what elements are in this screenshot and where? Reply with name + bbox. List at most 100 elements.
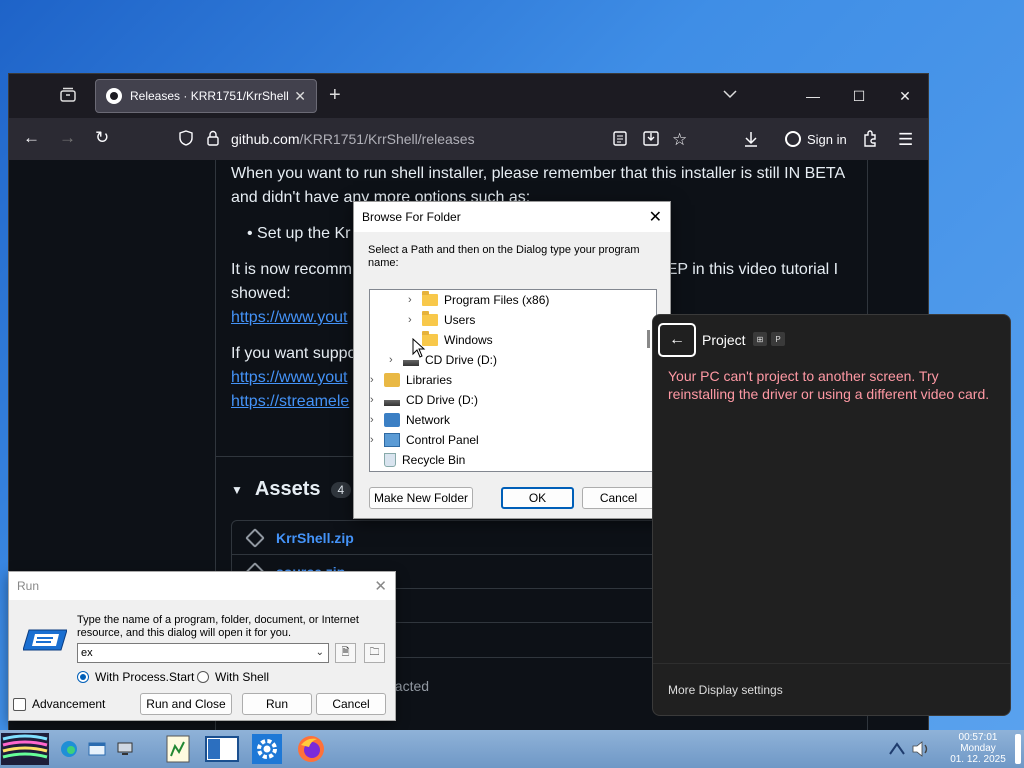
tree-item-label: Users bbox=[444, 313, 476, 327]
youtube-link-2[interactable]: https://www.yout bbox=[231, 369, 348, 386]
volume-icon[interactable] bbox=[910, 734, 932, 764]
back-icon[interactable]: ← bbox=[23, 128, 40, 148]
sign-in-button[interactable]: Sign in bbox=[779, 126, 853, 152]
tree-item-label: Libraries bbox=[406, 373, 453, 387]
radio-button[interactable] bbox=[197, 671, 209, 683]
cancel-button[interactable]: Cancel bbox=[582, 487, 655, 509]
menu-icon[interactable]: ☰ bbox=[898, 130, 913, 150]
tab-overview-icon[interactable] bbox=[59, 86, 79, 106]
radio-label: With Shell bbox=[215, 670, 270, 684]
tab-bar: Releases · KRR1751/KrrShell ✕ + — ☐ ✕ bbox=[9, 74, 928, 118]
asset-link[interactable]: KrrShell.zip bbox=[276, 530, 354, 546]
tab-releases[interactable]: Releases · KRR1751/KrrShell ✕ bbox=[95, 79, 317, 113]
streamelements-link[interactable]: https://streamele bbox=[231, 393, 349, 410]
ok-button[interactable]: OK bbox=[501, 487, 574, 509]
radio-shell[interactable]: With Shell bbox=[197, 670, 269, 684]
notepad-icon[interactable] bbox=[162, 734, 194, 764]
advancement-checkbox[interactable]: Advancement bbox=[13, 697, 105, 711]
para2-end: TEP in this video tutorial I bbox=[656, 261, 839, 278]
network-tray-icon[interactable] bbox=[886, 734, 908, 764]
make-new-folder-button[interactable]: Make New Folder bbox=[369, 487, 473, 509]
maximize-button[interactable]: ☐ bbox=[836, 74, 882, 118]
browse-for-folder-dialog: Browse For Folder ✕ Select a Path and th… bbox=[353, 201, 671, 519]
tree-item[interactable]: Recycle Bin bbox=[384, 450, 465, 470]
tree-item[interactable]: › Users bbox=[408, 310, 475, 330]
tab-title: Releases · KRR1751/KrrShell bbox=[130, 89, 289, 103]
shield-icon[interactable] bbox=[179, 130, 193, 149]
list-tabs-chevron-icon[interactable] bbox=[723, 86, 737, 102]
folder-tree[interactable]: › Program Files (x86) › Users Windows › CD … bbox=[369, 289, 657, 472]
assets-header[interactable]: ▼ Assets 4 bbox=[231, 478, 352, 501]
cd-drive-icon bbox=[384, 400, 400, 406]
close-button[interactable]: ✕ bbox=[882, 74, 928, 118]
run-and-close-button[interactable]: Run and Close bbox=[140, 693, 232, 715]
project-title: Project bbox=[702, 332, 746, 348]
run-program-icon bbox=[22, 628, 68, 651]
url-host: github.com bbox=[231, 131, 300, 147]
folder-icon bbox=[422, 291, 438, 306]
expand-arrow-icon[interactable]: › bbox=[370, 414, 384, 426]
p-key: P bbox=[771, 332, 785, 346]
bookmark-star-icon[interactable]: ☆ bbox=[672, 130, 687, 150]
expand-arrow-icon[interactable]: › bbox=[370, 434, 384, 446]
taskbar: 00:57:01 Monday 01. 12. 2025 bbox=[0, 730, 1024, 768]
expand-arrow-icon[interactable]: › bbox=[370, 394, 384, 406]
tab-close-icon[interactable]: ✕ bbox=[294, 88, 306, 105]
start-button[interactable] bbox=[0, 733, 50, 765]
tree-item[interactable]: › Network bbox=[370, 410, 450, 430]
lock-icon[interactable] bbox=[207, 130, 219, 149]
new-tab-button[interactable]: + bbox=[329, 84, 341, 107]
forward-icon[interactable]: → bbox=[59, 128, 76, 148]
run-close-icon[interactable]: ✕ bbox=[374, 577, 387, 595]
window-app-icon[interactable] bbox=[204, 734, 240, 764]
run-cancel-button[interactable]: Cancel bbox=[316, 693, 386, 715]
browse-folder-icon[interactable]: 🗀 bbox=[364, 643, 385, 663]
radio-button[interactable] bbox=[77, 671, 89, 683]
run-button[interactable]: Run bbox=[242, 693, 312, 715]
computer-icon[interactable] bbox=[114, 734, 136, 764]
youtube-link-1[interactable]: https://www.yout bbox=[231, 309, 348, 326]
explorer-icon[interactable] bbox=[86, 734, 108, 764]
checkbox[interactable] bbox=[13, 697, 26, 711]
chevron-down-icon[interactable]: ⌄ bbox=[316, 647, 324, 658]
tree-item[interactable]: › Libraries bbox=[370, 370, 452, 390]
firefox-icon[interactable] bbox=[294, 734, 328, 764]
clock-date: 01. 12. 2025 bbox=[950, 754, 1006, 765]
tree-item[interactable]: › CD Drive (D:) bbox=[389, 350, 497, 370]
assets-count-badge: 4 bbox=[330, 481, 352, 498]
navigation-bar: ← → ↻ github.com/KRR1751/KrrShell/releas… bbox=[9, 118, 928, 160]
extensions-icon[interactable] bbox=[862, 130, 878, 150]
show-desktop-button[interactable] bbox=[1015, 734, 1021, 764]
tree-item[interactable]: › CD Drive (D:) bbox=[370, 390, 478, 410]
downloads-icon[interactable] bbox=[743, 131, 759, 150]
tree-item-label: Recycle Bin bbox=[402, 453, 466, 467]
expand-arrow-icon[interactable]: › bbox=[408, 294, 422, 306]
minimize-button[interactable]: — bbox=[790, 74, 836, 118]
tree-item[interactable]: › Program Files (x86) bbox=[408, 290, 549, 310]
edge-icon[interactable] bbox=[58, 734, 80, 764]
mouse-cursor-icon bbox=[412, 337, 426, 361]
reload-icon[interactable]: ↻ bbox=[95, 128, 109, 148]
taskbar-clock[interactable]: 00:57:01 Monday 01. 12. 2025 bbox=[948, 732, 1008, 765]
more-display-settings-link[interactable]: More Display settings bbox=[653, 663, 1010, 715]
dialog-close-icon[interactable]: ✕ bbox=[649, 207, 662, 227]
screenshot-icon[interactable] bbox=[643, 131, 659, 149]
expand-arrow-icon[interactable]: › bbox=[389, 354, 403, 366]
scrollbar-thumb[interactable] bbox=[647, 330, 650, 348]
run-dialog: Run ✕ Type the name of a program, folder… bbox=[8, 571, 396, 721]
back-button[interactable]: ← bbox=[658, 323, 696, 357]
url-bar[interactable]: github.com/KRR1751/KrrShell/releases ☆ bbox=[167, 122, 747, 156]
showed-text: showed: bbox=[231, 285, 291, 302]
expand-arrow-icon[interactable]: › bbox=[370, 374, 384, 386]
tree-item[interactable]: › Control Panel bbox=[370, 430, 479, 450]
clock-time: 00:57:01 bbox=[958, 732, 998, 743]
tree-item[interactable]: Windows bbox=[422, 330, 493, 350]
project-panel: ← Project ⊞ P Your PC can't project to a… bbox=[652, 314, 1011, 716]
document-icon[interactable]: 🗎 bbox=[335, 643, 356, 663]
run-command-input[interactable]: ex ⌄ bbox=[77, 643, 329, 663]
expand-arrow-icon[interactable]: › bbox=[408, 314, 422, 326]
settings-gear-icon[interactable] bbox=[250, 734, 284, 764]
run-titlebar: Run ✕ bbox=[9, 572, 395, 600]
radio-process-start[interactable]: With Process.Start bbox=[77, 670, 194, 684]
reader-view-icon[interactable] bbox=[613, 131, 627, 149]
